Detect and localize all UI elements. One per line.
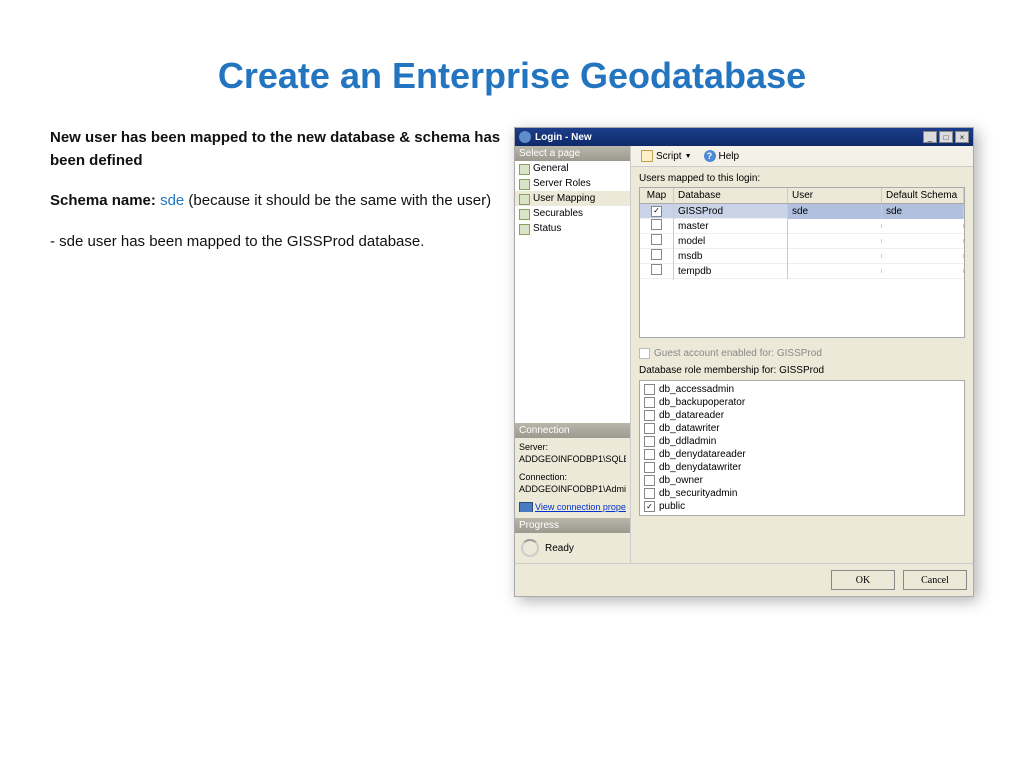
role-checkbox[interactable] <box>644 436 655 447</box>
map-checkbox[interactable] <box>651 219 662 230</box>
role-checkbox[interactable] <box>644 462 655 473</box>
script-button[interactable]: Script ▼ <box>637 149 696 163</box>
role-item[interactable]: db_accessadmin <box>642 383 962 396</box>
role-item[interactable]: db_datawriter <box>642 422 962 435</box>
col-user[interactable]: User <box>788 188 882 203</box>
nav-general[interactable]: General <box>515 161 630 176</box>
cancel-button[interactable]: Cancel <box>903 570 967 590</box>
roles-list[interactable]: db_accessadmindb_backupoperatordb_datare… <box>639 380 965 516</box>
role-item[interactable]: db_backupoperator <box>642 396 962 409</box>
table-row[interactable]: master <box>640 219 964 234</box>
guest-checkbox <box>639 348 650 359</box>
script-icon <box>641 150 653 162</box>
role-item[interactable]: db_denydatawriter <box>642 461 962 474</box>
app-icon <box>519 131 531 143</box>
ok-button[interactable]: OK <box>831 570 895 590</box>
minimize-button[interactable]: _ <box>923 131 937 143</box>
role-item[interactable]: ✓public <box>642 500 962 513</box>
help-icon: ? <box>704 150 716 162</box>
role-checkbox[interactable] <box>644 423 655 434</box>
dialog-titlebar[interactable]: Login - New _ □ × <box>515 128 973 146</box>
help-button[interactable]: ? Help <box>700 149 744 163</box>
dialog-footer: OK Cancel <box>515 563 973 596</box>
nav-user-mapping[interactable]: User Mapping <box>515 191 630 206</box>
col-schema[interactable]: Default Schema <box>882 188 964 203</box>
progress-header: Progress <box>515 518 630 533</box>
login-dialog: Login - New _ □ × Select a page General … <box>514 127 974 597</box>
table-row[interactable]: model <box>640 234 964 249</box>
nav-status[interactable]: Status <box>515 221 630 236</box>
mapping-label: Users mapped to this login: <box>631 167 973 187</box>
chevron-down-icon: ▼ <box>685 153 692 160</box>
map-checkbox[interactable] <box>651 234 662 245</box>
progress-icon <box>521 539 539 557</box>
role-checkbox[interactable] <box>644 397 655 408</box>
role-item[interactable]: db_denydatareader <box>642 448 962 461</box>
connection-header: Connection <box>515 423 630 438</box>
slide-title: Create an Enterprise Geodatabase <box>0 0 1024 127</box>
role-item[interactable]: db_ddladmin <box>642 435 962 448</box>
role-item[interactable]: db_owner <box>642 474 962 487</box>
nav-server-roles[interactable]: Server Roles <box>515 176 630 191</box>
maximize-button[interactable]: □ <box>939 131 953 143</box>
dialog-toolbar: Script ▼ ? Help <box>631 146 973 167</box>
guest-checkbox-row: Guest account enabled for: GISSProd <box>631 338 973 363</box>
role-item[interactable]: db_securityadmin <box>642 487 962 500</box>
col-database[interactable]: Database <box>674 188 788 203</box>
view-connection-link[interactable]: View connection properties <box>519 502 626 512</box>
table-row[interactable]: ✓GISSProdsdesde <box>640 204 964 219</box>
page-nav: General Server Roles User Mapping Secura… <box>515 161 630 236</box>
description-text: New user has been mapped to the new data… <box>50 127 504 597</box>
map-checkbox[interactable] <box>651 264 662 275</box>
role-checkbox[interactable]: ✓ <box>644 501 655 512</box>
pages-header: Select a page <box>515 146 630 161</box>
col-map[interactable]: Map <box>640 188 674 203</box>
map-checkbox[interactable]: ✓ <box>651 206 662 217</box>
progress-status: Ready <box>515 533 630 563</box>
table-row[interactable]: msdb <box>640 249 964 264</box>
mapping-grid: Map Database User Default Schema ✓GISSPr… <box>639 187 965 338</box>
role-item[interactable]: db_datareader <box>642 409 962 422</box>
map-checkbox[interactable] <box>651 249 662 260</box>
dialog-title: Login - New <box>535 132 921 143</box>
role-checkbox[interactable] <box>644 410 655 421</box>
connection-info: Server: ADDGEOINFODBP1\SQLEXPRE Connecti… <box>515 438 630 518</box>
role-checkbox[interactable] <box>644 488 655 499</box>
close-button[interactable]: × <box>955 131 969 143</box>
role-checkbox[interactable] <box>644 449 655 460</box>
role-checkbox[interactable] <box>644 475 655 486</box>
nav-securables[interactable]: Securables <box>515 206 630 221</box>
table-row[interactable]: tempdb <box>640 264 964 279</box>
roles-label: Database role membership for: GISSProd <box>631 363 973 378</box>
role-checkbox[interactable] <box>644 384 655 395</box>
